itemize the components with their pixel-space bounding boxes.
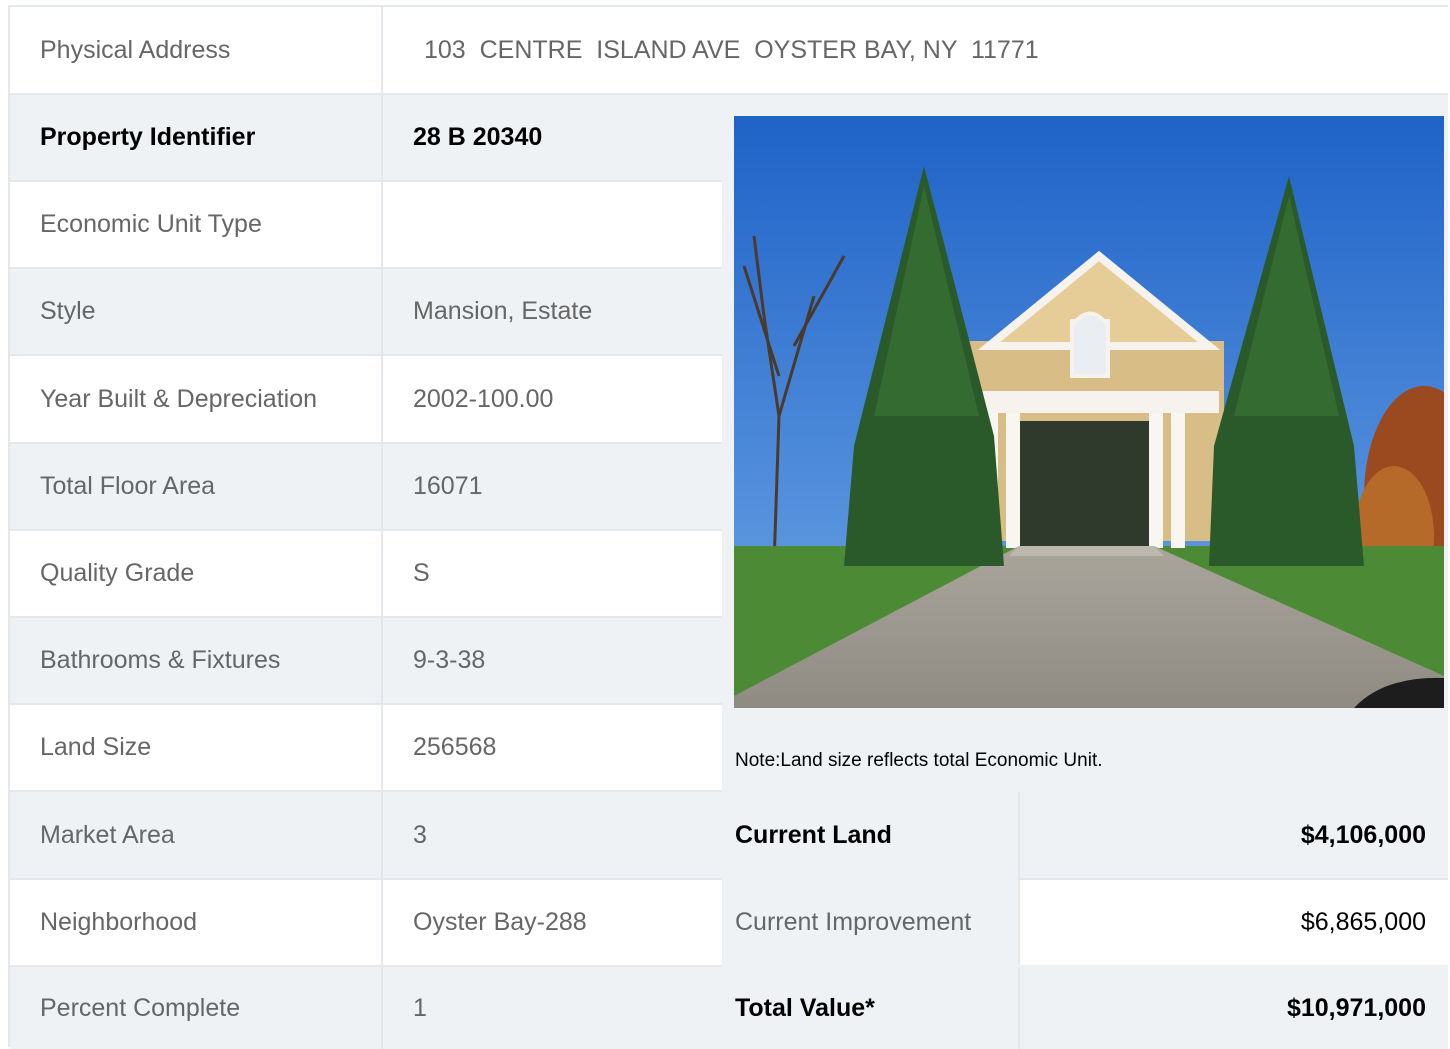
land-size-note: Note:Land size reflects total Economic U… (735, 750, 1103, 771)
economic-unit-type-value (381, 182, 722, 267)
neighborhood-label: Neighborhood (10, 880, 381, 965)
land-size-label: Land Size (10, 705, 381, 790)
property-identifier-label: Property Identifier (10, 95, 381, 180)
current-improvement-amount: $6,865,000 (1018, 880, 1448, 965)
house-photo[interactable] (734, 116, 1444, 708)
year-built-label: Year Built & Depreciation (10, 356, 381, 442)
land-size-value: 256568 (381, 705, 722, 790)
property-summary-panel: Note:Land size reflects total Economic U… (722, 95, 1448, 1049)
physical-address-label: Physical Address (10, 7, 381, 93)
quality-grade-value: S (381, 531, 722, 616)
market-area-value: 3 (381, 792, 722, 878)
current-land-label: Current Land (735, 820, 892, 849)
neighborhood-value: Oyster Bay-288 (381, 880, 722, 965)
current-improvement-label: Current Improvement (735, 908, 972, 936)
percent-complete-label: Percent Complete (10, 967, 381, 1049)
style-value: Mansion, Estate (381, 269, 722, 354)
year-built-value: 2002-100.00 (381, 356, 722, 442)
current-land-amount: $4,106,000 (1018, 792, 1448, 878)
property-record-table: Physical Address 103 CENTRE ISLAND AVE O… (8, 5, 1448, 1049)
percent-complete-value: 1 (381, 967, 722, 1049)
market-area-label: Market Area (10, 792, 381, 878)
economic-unit-type-label: Economic Unit Type (10, 182, 381, 267)
bathrooms-label: Bathrooms & Fixtures (10, 618, 381, 703)
quality-grade-label: Quality Grade (10, 531, 381, 616)
bathrooms-value: 9-3-38 (381, 618, 722, 703)
total-floor-area-label: Total Floor Area (10, 444, 381, 529)
total-value-amount: $10,971,000 (1018, 967, 1448, 1049)
total-value-label: Total Value* (735, 993, 875, 1022)
style-label: Style (10, 269, 381, 354)
property-identifier-value: 28 B 20340 (381, 95, 722, 180)
physical-address-value: 103 CENTRE ISLAND AVE OYSTER BAY, NY 117… (381, 7, 1448, 93)
total-floor-area-value: 16071 (381, 444, 722, 529)
